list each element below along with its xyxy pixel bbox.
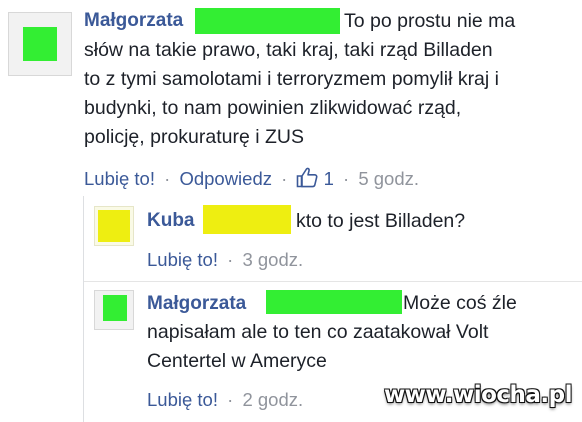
watermark: www.wiocha.pl [383,382,573,408]
reply-1-actions: Lubię to! · 3 godz. [147,249,303,271]
reply-2-author[interactable]: Małgorzata [147,293,246,315]
reply-link[interactable]: Odpowiedz [179,168,272,189]
name-censor-3 [266,290,402,314]
reply-2-text-line-2: napisałam ale to ten co zaatakował Volt [147,321,489,343]
avatar-censor [23,27,57,61]
comment-1-actions: Lubię to! · Odpowiedz · 1 · 5 godz. [84,167,419,193]
comment-1-author[interactable]: Małgorzata [84,10,183,32]
separator: · [281,168,288,189]
reply-1-author[interactable]: Kuba [147,210,195,232]
separator: · [227,249,234,270]
like-link[interactable]: Lubię to! [147,249,218,270]
avatar-comment-1[interactable] [8,12,72,76]
comment-1-text-line-3: to z tymi samolotami i terroryzmem pomyl… [84,68,499,90]
reply-2-text-line-3: Centertel w Ameryce [147,350,327,372]
separator: · [227,389,234,410]
timestamp[interactable]: 2 godz. [242,389,303,410]
reply-2-actions: Lubię to! · 2 godz. [147,389,303,411]
reply-thread-line [83,196,84,422]
avatar-censor [103,295,127,321]
avatar-censor [98,210,130,242]
comment-1-text-line-4: budynki, to nam powinien zlikwidować rzą… [84,97,462,119]
name-censor-1 [195,8,340,34]
like-count[interactable]: 1 [324,168,334,189]
reply-2-text-line-1: Może coś źle [403,292,517,314]
comment-1-text-line-5: policję, prokuraturę i ZUS [84,126,305,148]
timestamp[interactable]: 3 godz. [242,249,303,270]
separator: · [343,168,350,189]
avatar-reply-2[interactable] [94,290,134,330]
reply-divider [84,281,582,282]
name-censor-2 [203,205,291,234]
comment-1-text-line-1: To po prostu nie ma [344,10,516,32]
reply-1-text-line-1: kto to jest Billaden? [296,210,466,232]
avatar-reply-1[interactable] [94,206,134,246]
comment-1-text-line-2: słów na takie prawo, taki kraj, taki rzą… [84,39,493,61]
separator: · [164,168,171,189]
thumbs-up-icon[interactable] [296,167,318,193]
timestamp[interactable]: 5 godz. [358,168,419,189]
like-link[interactable]: Lubię to! [147,389,218,410]
like-link[interactable]: Lubię to! [84,168,155,189]
